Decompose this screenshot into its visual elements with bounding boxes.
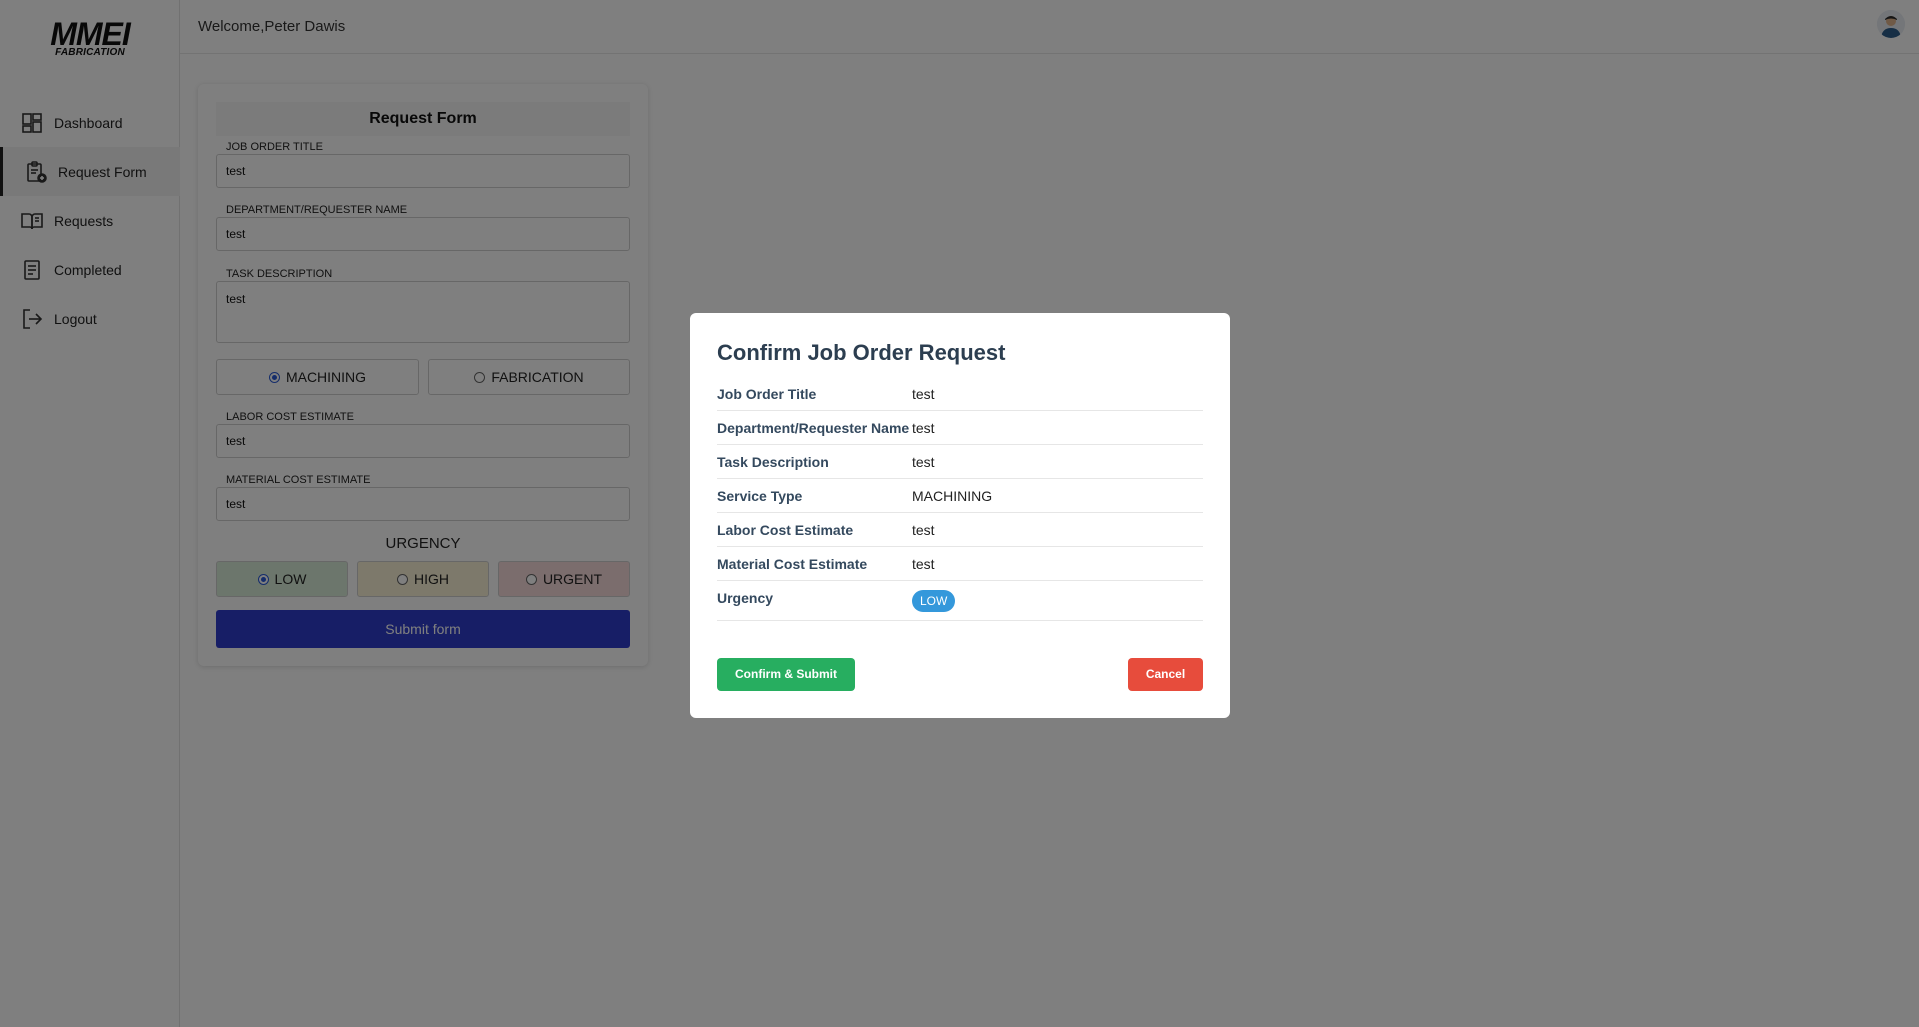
summary-key: Urgency bbox=[717, 590, 774, 606]
summary-key: Job Order Title bbox=[717, 386, 817, 402]
summary-key: Material Cost Estimate bbox=[717, 556, 868, 572]
summary-key: Department/Requester Name bbox=[717, 420, 910, 436]
modal-title: Confirm Job Order Request bbox=[717, 340, 1006, 365]
confirm-submit-button[interactable]: Confirm & Submit bbox=[717, 658, 855, 691]
summary-value: test bbox=[912, 386, 935, 402]
summary-row: Material Cost Estimate test bbox=[717, 547, 1203, 581]
summary-row: Task Description test bbox=[717, 445, 1203, 479]
summary-row: Department/Requester Name test bbox=[717, 411, 1203, 445]
summary-row: Labor Cost Estimate test bbox=[717, 513, 1203, 547]
summary-key: Task Description bbox=[717, 454, 829, 470]
summary-row: Urgency LOW bbox=[717, 581, 1203, 621]
summary-value: test bbox=[912, 454, 935, 470]
summary-row: Job Order Title test bbox=[717, 377, 1203, 411]
summary-row: Service Type MACHINING bbox=[717, 479, 1203, 513]
cancel-button[interactable]: Cancel bbox=[1128, 658, 1203, 691]
summary-key: Labor Cost Estimate bbox=[717, 522, 854, 538]
summary-value: test bbox=[912, 556, 935, 572]
summary-key: Service Type bbox=[717, 488, 803, 504]
summary-value-urgency: LOW bbox=[912, 590, 1203, 612]
confirm-modal: Confirm Job Order Request Job Order Titl… bbox=[690, 313, 1230, 718]
summary-value: test bbox=[912, 420, 935, 436]
summary-table: Job Order Title test Department/Requeste… bbox=[717, 377, 1203, 621]
summary-value: test bbox=[912, 522, 935, 538]
urgency-badge: LOW bbox=[912, 590, 956, 612]
summary-value: MACHINING bbox=[912, 488, 993, 504]
